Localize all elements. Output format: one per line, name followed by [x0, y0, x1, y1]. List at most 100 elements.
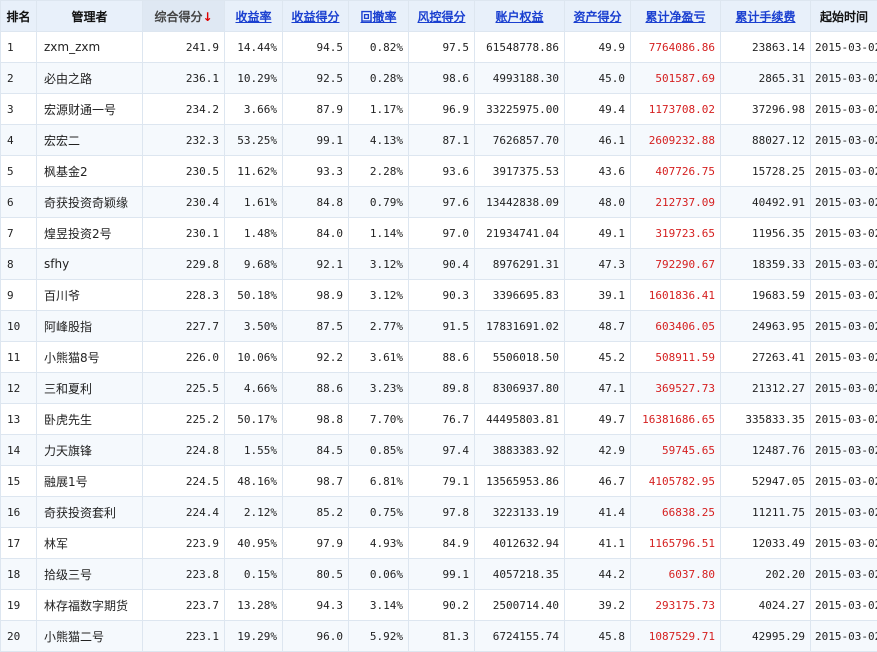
score-cell: 230.1	[143, 218, 225, 249]
manager-cell: 枫基金2	[37, 156, 143, 187]
risk-score-cell: 91.5	[409, 311, 475, 342]
fees-cell: 2865.31	[721, 63, 811, 94]
risk-score-cell: 97.6	[409, 187, 475, 218]
col-header-start-date: 起始时间	[811, 1, 877, 32]
col-header-asset-score[interactable]: 资产得分	[565, 1, 631, 32]
return-score-cell: 98.8	[283, 404, 349, 435]
equity-cell: 8976291.31	[475, 249, 565, 280]
risk-score-cell: 98.6	[409, 63, 475, 94]
risk-score-cell: 97.0	[409, 218, 475, 249]
drawdown-cell: 3.12%	[349, 249, 409, 280]
return-score-cell: 84.0	[283, 218, 349, 249]
table-row: 10阿峰股指227.73.50%87.52.77%91.517831691.02…	[1, 311, 877, 342]
rank-cell: 1	[1, 32, 37, 63]
fees-cell: 23863.14	[721, 32, 811, 63]
manager-cell: 林军	[37, 528, 143, 559]
return-rate-cell: 19.29%	[225, 621, 283, 652]
score-cell: 232.3	[143, 125, 225, 156]
return-rate-cell: 9.68%	[225, 249, 283, 280]
score-cell: 224.4	[143, 497, 225, 528]
equity-cell: 4012632.94	[475, 528, 565, 559]
return-rate-cell: 1.55%	[225, 435, 283, 466]
fees-cell: 42995.29	[721, 621, 811, 652]
col-header-risk-score[interactable]: 风控得分	[409, 1, 475, 32]
col-header-return-score[interactable]: 收益得分	[283, 1, 349, 32]
table-row: 13卧虎先生225.250.17%98.87.70%76.744495803.8…	[1, 404, 877, 435]
sort-down-arrow-icon: ↓	[202, 10, 212, 24]
net-profit-cell: 369527.73	[631, 373, 721, 404]
asset-score-cell: 41.4	[565, 497, 631, 528]
risk-score-cell: 97.4	[409, 435, 475, 466]
table-row: 18拾级三号223.80.15%80.50.06%99.14057218.354…	[1, 559, 877, 590]
rank-cell: 12	[1, 373, 37, 404]
asset-score-cell: 49.7	[565, 404, 631, 435]
col-header-fees[interactable]: 累计手续费	[721, 1, 811, 32]
equity-cell: 13565953.86	[475, 466, 565, 497]
return-score-cell: 84.8	[283, 187, 349, 218]
fees-cell: 19683.59	[721, 280, 811, 311]
manager-cell: sfhy	[37, 249, 143, 280]
fees-cell: 202.20	[721, 559, 811, 590]
risk-score-cell: 87.1	[409, 125, 475, 156]
manager-cell: 小熊猫二号	[37, 621, 143, 652]
table-row: 14力天旗锋224.81.55%84.50.85%97.43883383.924…	[1, 435, 877, 466]
asset-score-cell: 49.1	[565, 218, 631, 249]
score-cell: 241.9	[143, 32, 225, 63]
score-cell: 224.8	[143, 435, 225, 466]
start-date-cell: 2015-03-02	[811, 528, 877, 559]
rank-cell: 14	[1, 435, 37, 466]
score-cell: 224.5	[143, 466, 225, 497]
col-header-score[interactable]: 综合得分↓	[143, 1, 225, 32]
risk-score-cell: 93.6	[409, 156, 475, 187]
fees-cell: 52947.05	[721, 466, 811, 497]
net-profit-cell: 7764086.86	[631, 32, 721, 63]
table-row: 7煌昱投资2号230.11.48%84.01.14%97.021934741.0…	[1, 218, 877, 249]
net-profit-cell: 508911.59	[631, 342, 721, 373]
col-header-net-profit[interactable]: 累计净盈亏	[631, 1, 721, 32]
asset-score-cell: 45.0	[565, 63, 631, 94]
rank-cell: 8	[1, 249, 37, 280]
return-score-cell: 96.0	[283, 621, 349, 652]
table-row: 20小熊猫二号223.119.29%96.05.92%81.36724155.7…	[1, 621, 877, 652]
return-score-cell: 88.6	[283, 373, 349, 404]
col-header-equity[interactable]: 账户权益	[475, 1, 565, 32]
rank-cell: 18	[1, 559, 37, 590]
return-score-cell: 98.9	[283, 280, 349, 311]
return-rate-cell: 10.29%	[225, 63, 283, 94]
asset-score-cell: 39.2	[565, 590, 631, 621]
rank-cell: 17	[1, 528, 37, 559]
col-header-return-rate[interactable]: 收益率	[225, 1, 283, 32]
start-date-cell: 2015-03-02	[811, 466, 877, 497]
return-rate-cell: 14.44%	[225, 32, 283, 63]
table-row: 2必由之路236.110.29%92.50.28%98.64993188.304…	[1, 63, 877, 94]
score-cell: 236.1	[143, 63, 225, 94]
fees-cell: 335833.35	[721, 404, 811, 435]
drawdown-cell: 7.70%	[349, 404, 409, 435]
fees-cell: 4024.27	[721, 590, 811, 621]
asset-score-cell: 49.9	[565, 32, 631, 63]
drawdown-cell: 0.85%	[349, 435, 409, 466]
table-row: 1zxm_zxm241.914.44%94.50.82%97.561548778…	[1, 32, 877, 63]
return-rate-cell: 50.18%	[225, 280, 283, 311]
score-cell: 223.9	[143, 528, 225, 559]
equity-cell: 7626857.70	[475, 125, 565, 156]
asset-score-cell: 45.8	[565, 621, 631, 652]
col-header-score-label: 综合得分	[154, 10, 202, 24]
risk-score-cell: 89.8	[409, 373, 475, 404]
manager-cell: 小熊猫8号	[37, 342, 143, 373]
equity-cell: 6724155.74	[475, 621, 565, 652]
col-header-drawdown[interactable]: 回撤率	[349, 1, 409, 32]
equity-cell: 3223133.19	[475, 497, 565, 528]
start-date-cell: 2015-03-02	[811, 435, 877, 466]
manager-cell: 必由之路	[37, 63, 143, 94]
score-cell: 225.2	[143, 404, 225, 435]
return-score-cell: 92.1	[283, 249, 349, 280]
net-profit-cell: 66838.25	[631, 497, 721, 528]
table-row: 5枫基金2230.511.62%93.32.28%93.63917375.534…	[1, 156, 877, 187]
start-date-cell: 2015-03-02	[811, 156, 877, 187]
manager-cell: 林存福数字期货	[37, 590, 143, 621]
drawdown-cell: 4.13%	[349, 125, 409, 156]
manager-cell: 宏宏二	[37, 125, 143, 156]
manager-cell: 奇获投资套利	[37, 497, 143, 528]
score-cell: 225.5	[143, 373, 225, 404]
